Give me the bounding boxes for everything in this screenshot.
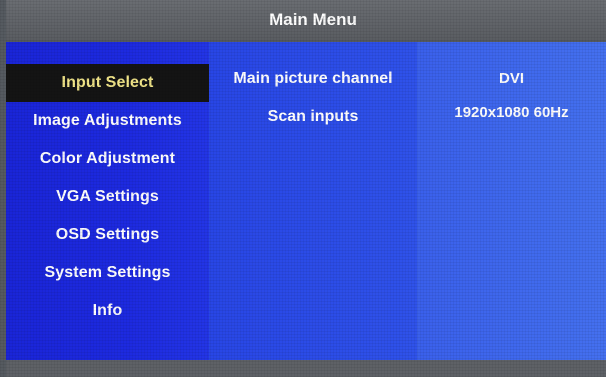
sidebar-item-osd-settings[interactable]: OSD Settings bbox=[6, 216, 209, 254]
sidebar-item-label: Image Adjustments bbox=[33, 112, 182, 129]
sidebar-item-vga-settings[interactable]: VGA Settings bbox=[6, 178, 209, 216]
osd-screen: Main Menu Input Select Image Adjustments… bbox=[0, 0, 606, 377]
sidebar-item-label: System Settings bbox=[44, 264, 171, 281]
sidebar-item-label: Input Select bbox=[61, 74, 154, 91]
value-scan-inputs: 1920x1080 60Hz bbox=[454, 104, 569, 121]
title-bar: Main Menu bbox=[6, 0, 606, 40]
sidebar-item-input-select[interactable]: Input Select bbox=[6, 64, 209, 102]
value-main-picture-channel: DVI bbox=[498, 70, 524, 87]
values-panel: DVI 1920x1080 60Hz bbox=[417, 42, 606, 360]
sidebar-item-label: Color Adjustment bbox=[39, 150, 176, 167]
sidebar-item-info[interactable]: Info bbox=[6, 292, 209, 330]
sidebar-item-label: OSD Settings bbox=[55, 226, 160, 243]
sidebar-item-label: VGA Settings bbox=[56, 188, 159, 205]
sidebar-item-system-settings[interactable]: System Settings bbox=[6, 254, 209, 292]
option-main-picture-channel[interactable]: Main picture channel bbox=[209, 70, 417, 88]
option-scan-inputs[interactable]: Scan inputs bbox=[209, 108, 417, 126]
options-panel: Main picture channel Scan inputs bbox=[209, 42, 417, 360]
menu-body: Input Select Image Adjustments Color Adj… bbox=[6, 42, 606, 360]
sidebar: Input Select Image Adjustments Color Adj… bbox=[6, 42, 209, 360]
sidebar-item-image-adjustments[interactable]: Image Adjustments bbox=[6, 102, 209, 140]
sidebar-item-color-adjustment[interactable]: Color Adjustment bbox=[6, 140, 209, 178]
sidebar-item-label: Info bbox=[92, 302, 123, 319]
menu-title: Main Menu bbox=[269, 10, 357, 29]
bottom-bar bbox=[6, 360, 606, 377]
